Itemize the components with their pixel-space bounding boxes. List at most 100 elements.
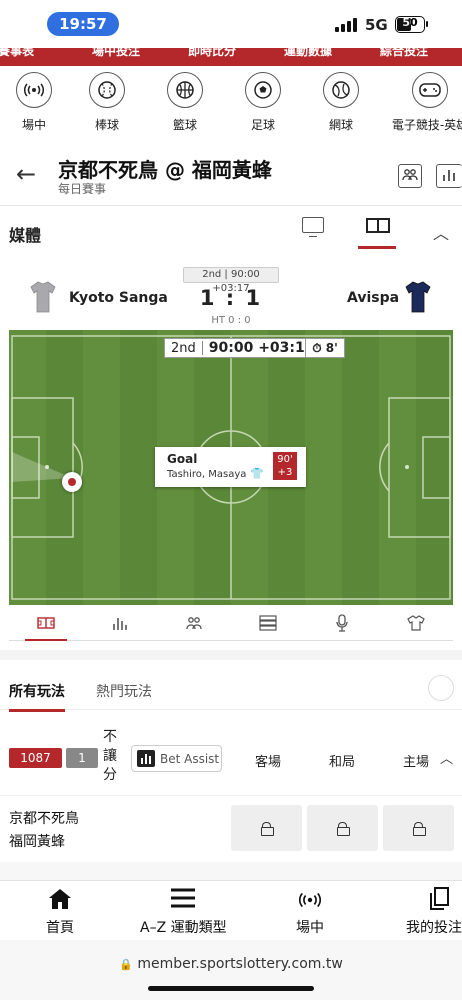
match-header: ← 京都不死鳥 @ 福岡黃蜂 每日賽事 xyxy=(0,148,462,206)
tab-commentary[interactable] xyxy=(305,605,379,640)
tv-icon[interactable] xyxy=(302,217,324,237)
top-nav-item[interactable]: 綜合投注 xyxy=(380,48,428,59)
nav-label: 首頁 xyxy=(46,920,74,936)
home-team-name: Kyoto Sanga xyxy=(69,290,168,306)
away-team-name: Avispa xyxy=(347,290,400,306)
tennis-icon xyxy=(323,72,359,108)
bet-assist-label: Bet Assist xyxy=(160,751,220,766)
tracker-tabs xyxy=(9,605,453,641)
nav-az-sports[interactable]: A–Z 運動類型 xyxy=(140,887,227,937)
sport-label: 網球 xyxy=(328,118,353,132)
media-tab-indicator xyxy=(358,246,396,249)
home-icon xyxy=(47,887,73,915)
tab-stats[interactable] xyxy=(83,605,157,640)
lineup-icon[interactable] xyxy=(398,164,422,188)
handicap-label: 不 讓 分 xyxy=(103,728,117,785)
top-nav-strip: 賽事表 場中投注 即時比分 運動數據 綜合投注 xyxy=(0,48,462,66)
pitch-tracker: 2nd 90:00 +03:17 ⏱ 8' Goal Tashiro, Masa… xyxy=(9,330,453,605)
added-time-value: 8' xyxy=(325,341,338,355)
section-divider xyxy=(0,862,462,880)
nav-my-bets[interactable]: 我的投注 xyxy=(406,887,462,937)
col-draw: 和局 xyxy=(329,755,356,770)
lock-icon: 🔒 xyxy=(119,958,133,971)
clock-time: 90:00 +03:17 xyxy=(208,340,315,356)
odds-header: 1087 1 不 讓 分 Bet Assist 客場 和局 主場 ︿ xyxy=(0,720,462,796)
event-minute: 90' xyxy=(277,454,293,465)
list-icon xyxy=(259,614,277,631)
stats-icon[interactable] xyxy=(436,164,462,188)
media-title: 媒體 xyxy=(9,226,42,245)
page-subtitle: 每日賽事 xyxy=(58,182,107,196)
sport-item-live[interactable]: 場中 xyxy=(0,72,68,140)
url-label: member.sportslottery.com.tw xyxy=(137,956,343,972)
clock-half: 2nd xyxy=(171,340,196,356)
basketball-icon xyxy=(167,72,203,108)
tab-lineups[interactable] xyxy=(157,605,231,640)
col-away: 客場 xyxy=(255,755,282,770)
nav-home[interactable]: 首頁 xyxy=(46,887,74,937)
players-icon xyxy=(186,616,202,629)
live-icon xyxy=(298,887,322,915)
pitch-tracker-icon[interactable] xyxy=(366,218,390,233)
top-nav-item[interactable]: 賽事表 xyxy=(0,48,34,59)
top-nav-item[interactable]: 場中投注 xyxy=(92,48,140,59)
tab-hot-markets[interactable]: 熱門玩法 xyxy=(96,681,152,701)
tab-pitch[interactable] xyxy=(9,605,83,641)
market-small-badge[interactable]: 1 xyxy=(66,748,98,768)
back-arrow-icon[interactable]: ← xyxy=(16,160,36,188)
shirt-icon xyxy=(407,614,425,631)
bar-chart-icon xyxy=(113,617,127,630)
row-team-2: 福岡黃蜂 xyxy=(9,834,65,850)
ball-position-marker xyxy=(62,472,82,492)
status-bar: 19:57 5G 50 xyxy=(0,0,462,48)
goal-event-card: Goal Tashiro, Masaya 👕 90' +3 xyxy=(155,447,306,487)
sport-item-esports[interactable]: 電子競技-英雄 xyxy=(380,72,462,140)
pitch-icon xyxy=(37,616,55,629)
chevron-up-icon[interactable]: ︿ xyxy=(433,220,449,244)
status-time: 19:57 xyxy=(47,12,119,36)
chevron-up-icon[interactable]: ︿ xyxy=(440,748,453,767)
scoreboard: 2nd | 90:00 +03:17 Kyoto Sanga 1 : 1 HT … xyxy=(0,262,462,330)
nav-label: 我的投注 xyxy=(406,920,462,936)
nav-label: 場中 xyxy=(296,920,324,936)
shirt-icon: 👕 xyxy=(250,467,264,480)
tab-all-markets[interactable]: 所有玩法 xyxy=(9,681,65,712)
page-title: 京都不死鳥 @ 福岡黃蜂 xyxy=(58,158,272,182)
betslip-icon xyxy=(428,887,450,915)
top-nav-item[interactable]: 運動數據 xyxy=(284,48,332,59)
sport-item-basketball[interactable]: 籃球 xyxy=(146,72,224,140)
sport-item-baseball[interactable]: 棒球 xyxy=(68,72,146,140)
bottom-nav: 首頁 A–Z 運動類型 場中 我的投注 xyxy=(0,880,462,940)
sport-label: 場中 xyxy=(21,118,46,132)
odds-button-draw[interactable] xyxy=(307,805,378,851)
market-count-badge[interactable]: 1087 xyxy=(9,748,62,768)
added-time: ⏱ 8' xyxy=(305,338,345,358)
sport-item-soccer[interactable]: 足球 xyxy=(224,72,302,140)
bet-assist-icon xyxy=(137,750,155,767)
sport-label: 棒球 xyxy=(94,118,119,132)
period-pill: 2nd | 90:00 +03:17 xyxy=(183,267,279,294)
filter-toggle[interactable] xyxy=(428,675,454,701)
bet-assist-button[interactable]: Bet Assist xyxy=(131,745,222,772)
browser-url-bar: 🔒 member.sportslottery.com.tw xyxy=(0,940,462,1000)
nav-live[interactable]: 場中 xyxy=(296,887,324,937)
home-jersey-icon xyxy=(30,281,56,313)
event-minute-badge: 90' +3 xyxy=(273,452,297,480)
gamepad-icon xyxy=(412,72,448,108)
tab-timeline[interactable] xyxy=(231,605,305,640)
sport-label: 足球 xyxy=(250,118,275,132)
tab-kits[interactable] xyxy=(379,605,453,640)
market-tabs: 所有玩法 熱門玩法 xyxy=(0,672,462,712)
sport-selector: 場中 棒球 籃球 足球 網球 電子競技-英雄 xyxy=(0,72,462,140)
media-section-header: 媒體 ︿ xyxy=(0,210,462,254)
top-nav-item[interactable]: 即時比分 xyxy=(188,48,236,59)
market-row: 京都不死鳥 福岡黃蜂 xyxy=(0,800,462,860)
event-player: Tashiro, Masaya xyxy=(167,469,247,480)
url-text[interactable]: 🔒 member.sportslottery.com.tw xyxy=(0,956,462,972)
sport-item-tennis[interactable]: 網球 xyxy=(302,72,380,140)
event-plus: +3 xyxy=(277,467,293,478)
away-jersey-icon xyxy=(405,281,431,313)
odds-button-away[interactable] xyxy=(231,805,302,851)
odds-button-home[interactable] xyxy=(383,805,454,851)
sport-label: 籃球 xyxy=(172,118,197,132)
